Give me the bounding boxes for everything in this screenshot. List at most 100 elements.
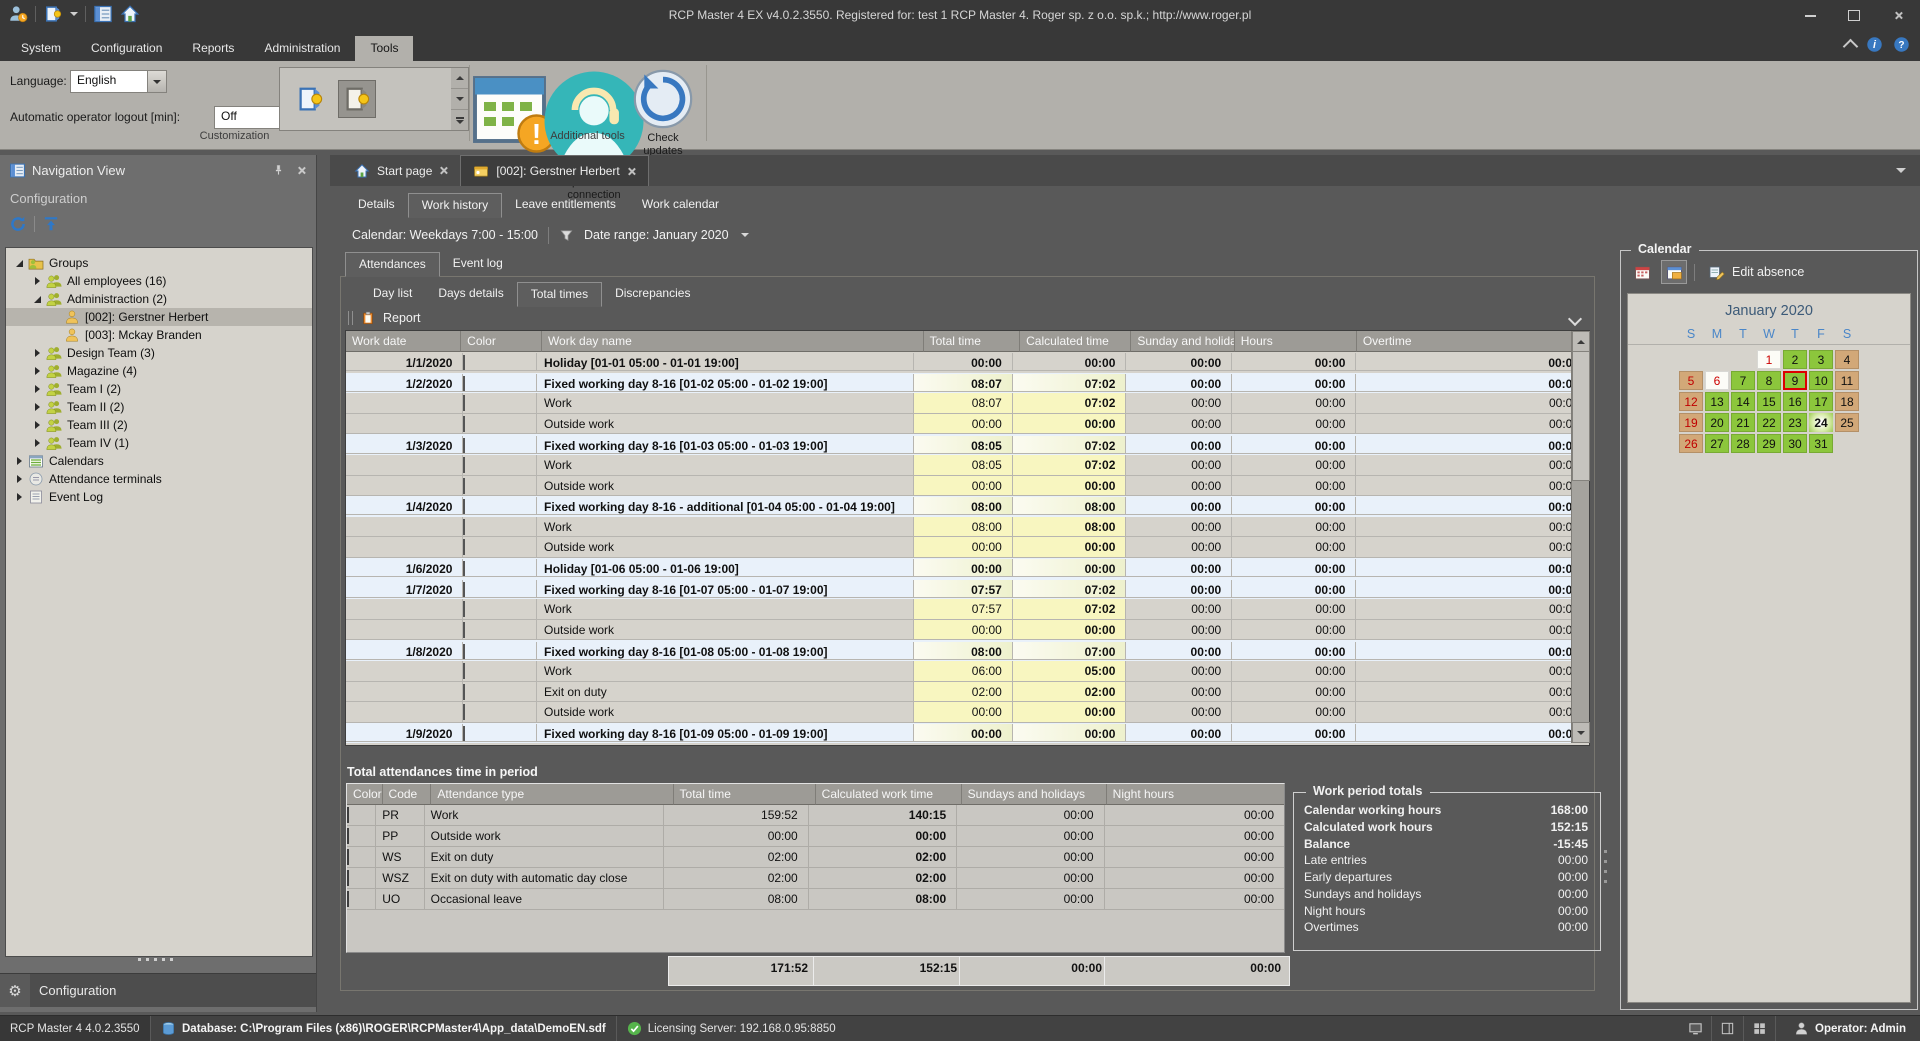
calendar-day-19[interactable]: 19 [1679, 413, 1703, 432]
tab-details[interactable]: Details [345, 193, 408, 218]
expander-icon[interactable] [32, 385, 43, 393]
language-select[interactable]: English [70, 70, 167, 93]
summary-column-code[interactable]: Code [382, 784, 432, 805]
report-row[interactable]: Work 07:57 07:02 00:00 00:00 00:00 [346, 599, 1590, 620]
help-icon[interactable]: ? [1893, 36, 1910, 53]
monitor-icon[interactable] [1688, 1021, 1703, 1036]
expander-icon[interactable] [32, 439, 43, 447]
expander-icon[interactable] [14, 493, 25, 501]
tree-item-magazine-4[interactable]: Magazine (4) [6, 362, 312, 380]
report-row[interactable]: Outside work 00:00 00:00 00:00 00:00 00:00 [346, 537, 1590, 558]
doc-tab-start-page[interactable]: Start page [342, 155, 460, 186]
calendar-day-10[interactable]: 10 [1809, 371, 1833, 390]
maximize-button[interactable] [1832, 0, 1876, 31]
calendar-day-18[interactable]: 18 [1835, 392, 1859, 411]
panel-splitter-handle[interactable] [138, 958, 178, 961]
tree-item-groups[interactable]: Groups [6, 254, 312, 272]
calendar-day-4[interactable]: 4 [1835, 350, 1859, 369]
report-row[interactable]: Work 08:05 07:02 00:00 00:00 00:00 [346, 454, 1590, 476]
tab-days-details[interactable]: Days details [425, 282, 516, 307]
calendar-day-28[interactable]: 28 [1731, 434, 1755, 453]
tab-work-history[interactable]: Work history [407, 193, 503, 218]
report-row[interactable]: 1/8/2020 Fixed working day 8-16 [01-08 05… [346, 640, 1590, 661]
calendar-day-31[interactable]: 31 [1809, 434, 1833, 453]
tab-discrepancies[interactable]: Discrepancies [602, 282, 703, 307]
collapse-all-icon[interactable] [42, 215, 60, 233]
column-header-calculated-time[interactable]: Calculated time [1020, 331, 1132, 352]
calendar-day-23[interactable]: 23 [1783, 413, 1807, 432]
menu-tab-system[interactable]: System [6, 36, 76, 61]
report-row[interactable]: Outside work 00:00 00:00 00:00 00:00 00:00 [346, 413, 1590, 435]
calendar-day-21[interactable]: 21 [1731, 413, 1755, 432]
tree-item-attendance-terminals[interactable]: Attendance terminals [6, 470, 312, 488]
report-row[interactable]: 1/7/2020 Fixed working day 8-16 [01-07 05… [346, 578, 1590, 600]
gallery-scroll-up-button[interactable] [451, 68, 468, 89]
gallery-expand-button[interactable] [451, 110, 468, 130]
calendar-day-12[interactable]: 12 [1679, 392, 1703, 411]
calendar-day-7[interactable]: 7 [1731, 371, 1755, 390]
expander-icon[interactable] [32, 367, 43, 375]
minimize-button[interactable] [1788, 0, 1832, 31]
calendar-day-3[interactable]: 3 [1809, 350, 1833, 369]
tree-item-all-employees-16[interactable]: All employees (16) [6, 272, 312, 290]
summary-row[interactable]: UO Occasional leave 08:00 08:00 00:00 00:00 [347, 889, 1285, 910]
calendar-day-26[interactable]: 26 [1679, 434, 1703, 453]
calendar-day-8[interactable]: 8 [1757, 371, 1781, 390]
ribbon-tool-check-updates[interactable]: Check updates [630, 66, 696, 158]
grid-icon[interactable] [1752, 1021, 1767, 1036]
tree-item-team-ii-2[interactable]: Team II (2) [6, 398, 312, 416]
report-row[interactable]: Work 06:00 05:00 00:00 00:00 00:00 [346, 660, 1590, 682]
report-row[interactable]: Work 08:00 08:00 00:00 00:00 00:00 [346, 516, 1590, 538]
tab-day-list[interactable]: Day list [360, 282, 425, 307]
calendar-day-9[interactable]: 9 [1783, 371, 1807, 390]
calendar-day-16[interactable]: 16 [1783, 392, 1807, 411]
calendar-day-6[interactable]: 6 [1705, 371, 1729, 390]
date-range-label[interactable]: Date range: January 2020 [584, 228, 729, 242]
close-icon[interactable] [297, 166, 306, 175]
scroll-up-button[interactable] [1572, 331, 1590, 352]
navigation-view-icon[interactable] [93, 4, 113, 24]
collapse-ribbon-icon[interactable] [1842, 38, 1859, 55]
calendar-day-22[interactable]: 22 [1757, 413, 1781, 432]
tab-event-log[interactable]: Event log [440, 252, 516, 277]
summary-row[interactable]: WSZ Exit on duty with automatic day close… [347, 868, 1285, 889]
tab-attendances[interactable]: Attendances [345, 252, 440, 277]
summary-column-night-hours[interactable]: Night hours [1106, 784, 1284, 805]
column-header-work-day-name[interactable]: Work day name [541, 331, 924, 352]
summary-row[interactable]: WS Exit on duty 02:00 02:00 00:00 00:00 [347, 847, 1285, 868]
calendar-day-29[interactable]: 29 [1757, 434, 1781, 453]
expander-icon[interactable] [32, 277, 43, 285]
summary-row[interactable]: PP Outside work 00:00 00:00 00:00 00:00 [347, 826, 1285, 847]
close-tab-icon[interactable] [439, 166, 448, 175]
tree-item-event-log[interactable]: Event Log [6, 488, 312, 506]
calendar-day-2[interactable]: 2 [1783, 350, 1807, 369]
tree-item-team-iv-1[interactable]: Team IV (1) [6, 434, 312, 452]
tree-item-team-iii-2[interactable]: Team III (2) [6, 416, 312, 434]
menu-tab-configuration[interactable]: Configuration [76, 36, 177, 61]
expander-icon[interactable] [32, 295, 43, 303]
calendar-edit-view-button[interactable] [1661, 260, 1687, 284]
vertical-scrollbar[interactable] [1571, 331, 1590, 743]
calendar-day-1[interactable]: 1 [1757, 350, 1781, 369]
tab-leave-entitlements[interactable]: Leave entitlements [502, 193, 629, 218]
summary-column-color[interactable]: Color [347, 784, 383, 805]
calendar-day-13[interactable]: 13 [1705, 392, 1729, 411]
gallery-scroll-down-button[interactable] [451, 89, 468, 110]
pin-icon[interactable] [272, 163, 285, 177]
calendar-day-20[interactable]: 20 [1705, 413, 1729, 432]
home-icon[interactable] [120, 4, 140, 24]
menu-tab-tools[interactable]: Tools [355, 36, 414, 61]
expander-icon[interactable] [32, 403, 43, 411]
menu-tab-reports[interactable]: Reports [177, 36, 249, 61]
app-icon[interactable] [43, 4, 63, 24]
edit-absence-button[interactable]: Edit absence [1702, 262, 1810, 282]
column-header-work-date[interactable]: Work date [346, 331, 462, 352]
report-row[interactable]: 1/9/2020 Fixed working day 8-16 [01-09 05… [346, 722, 1590, 744]
close-button[interactable] [1876, 0, 1920, 31]
calendar-day-5[interactable]: 5 [1679, 371, 1703, 390]
report-row[interactable]: 1/1/2020 Holiday [01-01 05:00 - 01-01 19:… [346, 352, 1590, 373]
summary-column-attendance-type[interactable]: Attendance type [431, 784, 674, 805]
report-row[interactable]: 1/3/2020 Fixed working day 8-16 [01-03 05… [346, 434, 1590, 455]
report-row[interactable]: 1/2/2020 Fixed working day 8-16 [01-02 05… [346, 372, 1590, 394]
scrollbar-thumb[interactable] [1572, 351, 1590, 481]
